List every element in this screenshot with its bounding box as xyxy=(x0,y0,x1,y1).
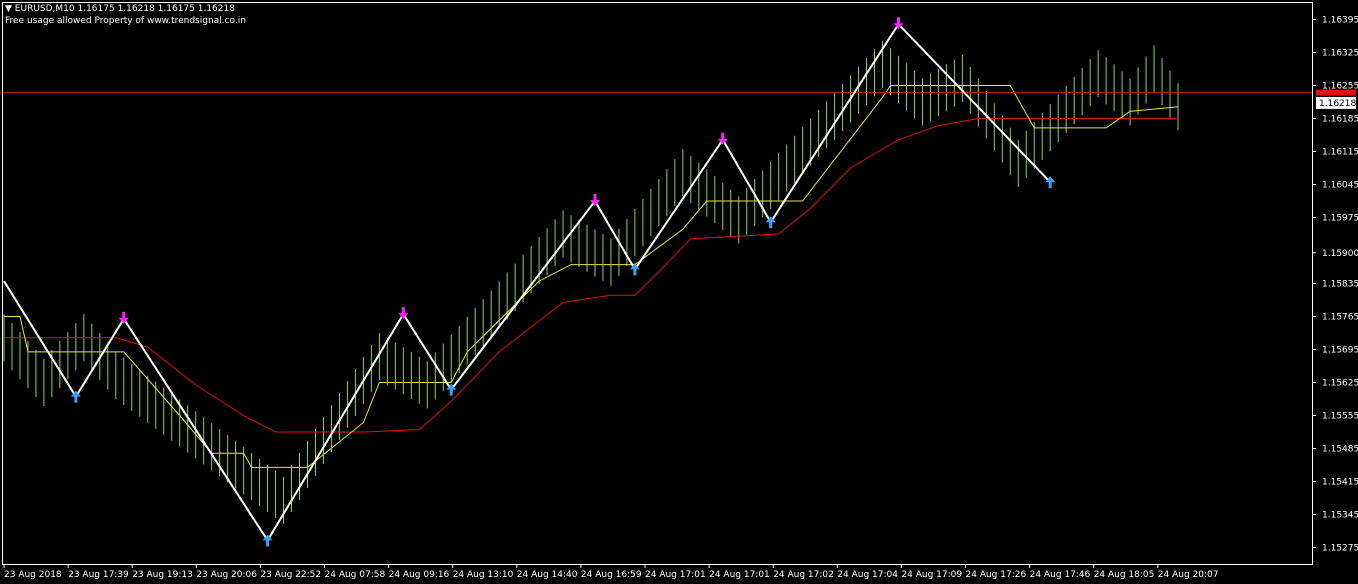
x-tick-label: 24 Aug 17:01 xyxy=(709,570,770,580)
resistance-price-tag-bg xyxy=(1316,89,1356,96)
x-tick-label: 24 Aug 09:16 xyxy=(389,570,450,580)
y-tick-label: 1.16395 xyxy=(1322,16,1358,26)
x-tick-label: 23 Aug 22:52 xyxy=(260,570,321,580)
current-price-label: 1.16218 xyxy=(1319,99,1356,109)
x-tick-label: 23 Aug 2018 xyxy=(4,570,62,580)
x-tick-label: 24 Aug 17:01 xyxy=(645,570,706,580)
x-tick-label: 24 Aug 17:46 xyxy=(1030,570,1091,580)
x-tick-label: 23 Aug 20:06 xyxy=(196,570,257,580)
x-tick-label: 24 Aug 17:26 xyxy=(966,570,1027,580)
resistance-price-tag xyxy=(1316,89,1356,96)
x-tick-label: 24 Aug 07:58 xyxy=(325,570,386,580)
y-tick-label: 1.15485 xyxy=(1322,445,1358,455)
y-tick-label: 1.15835 xyxy=(1322,280,1358,290)
y-tick-label: 1.15975 xyxy=(1322,214,1358,224)
symbol-ohlc: EURUSD,M10 1.16175 1.16218 1.16175 1.162… xyxy=(14,4,235,14)
symbol-header: ▼ EURUSD,M10 1.16175 1.16218 1.16175 1.1… xyxy=(5,4,235,15)
x-tick-label: 24 Aug 18:05 xyxy=(1094,570,1155,580)
y-tick-label: 1.15345 xyxy=(1322,511,1358,521)
y-tick-label: 1.16325 xyxy=(1322,49,1358,59)
x-tick-label: 23 Aug 19:13 xyxy=(132,570,193,580)
x-tick-label: 24 Aug 14:40 xyxy=(517,570,578,580)
usage-notice: Free usage allowed Property of www.trend… xyxy=(5,16,246,26)
x-tick-label: 24 Aug 20:07 xyxy=(1158,570,1219,580)
y-tick-label: 1.15900 xyxy=(1322,249,1358,259)
y-tick-label: 1.15765 xyxy=(1322,313,1358,323)
x-tick-label: 23 Aug 17:39 xyxy=(68,570,129,580)
dropdown-triangle-icon[interactable]: ▼ xyxy=(5,4,12,14)
x-tick-label: 24 Aug 17:09 xyxy=(901,570,962,580)
y-tick-label: 1.16045 xyxy=(1322,181,1358,191)
y-tick-label: 1.15625 xyxy=(1322,379,1358,389)
y-tick-label: 1.15555 xyxy=(1322,412,1358,422)
chart: 1.163951.163251.162551.161851.161151.160… xyxy=(0,0,1358,584)
y-tick-label: 1.15695 xyxy=(1322,346,1358,356)
x-tick-label: 24 Aug 13:10 xyxy=(453,570,514,580)
current-price-tag: 1.16218 xyxy=(1316,96,1356,109)
x-tick-label: 24 Aug 16:59 xyxy=(581,570,642,580)
y-tick-label: 1.15275 xyxy=(1322,544,1358,554)
y-tick-label: 1.15415 xyxy=(1322,478,1358,488)
x-tick-label: 24 Aug 17:04 xyxy=(837,570,898,580)
x-tick-label: 24 Aug 17:02 xyxy=(773,570,834,580)
y-tick-label: 1.16115 xyxy=(1322,148,1358,158)
y-tick-label: 1.16185 xyxy=(1322,115,1358,125)
